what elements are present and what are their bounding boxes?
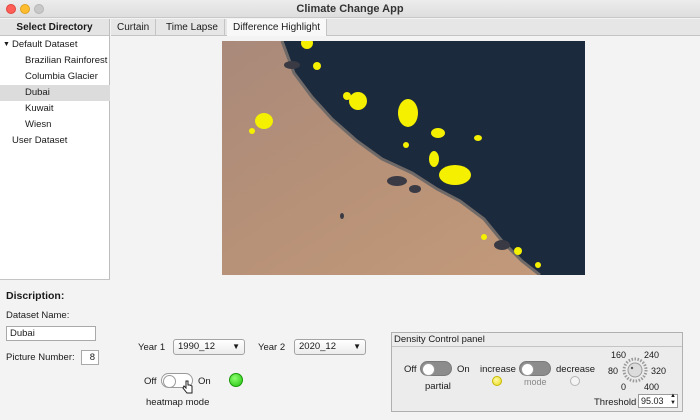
satellite-image xyxy=(222,41,585,275)
year1-dropdown[interactable]: 1990_12 ▼ xyxy=(173,339,245,355)
highlight-blob xyxy=(343,92,351,100)
tree-item-label: Columbia Glacier xyxy=(25,71,98,82)
knob-tick-label: 0 xyxy=(621,382,627,392)
title-bar: Climate Change App xyxy=(0,0,700,18)
dataset-name-label: Dataset Name: xyxy=(6,310,70,321)
highlight-blob xyxy=(313,62,321,70)
mode-increase-label: increase xyxy=(480,364,516,375)
toggle-knob[interactable] xyxy=(422,363,435,376)
highlight-blob xyxy=(255,113,273,129)
sidebar: Select Directory ▼ Default Dataset Brazi… xyxy=(0,19,110,420)
dark-patch xyxy=(340,213,344,219)
year2-dropdown[interactable]: 2020_12 ▼ xyxy=(294,339,366,355)
picture-number-field[interactable]: 8 xyxy=(81,350,99,365)
year1-label: Year 1 xyxy=(138,342,166,353)
year1-value: 1990_12 xyxy=(178,341,215,352)
tree-item-kuwait[interactable]: Kuwait xyxy=(0,101,110,117)
heatmap-off-label: Off xyxy=(144,376,157,387)
tree-item-brazilian-rainforest[interactable]: Brazilian Rainforest xyxy=(0,53,110,69)
description-panel: Discription: Dataset Name: Dubai Picture… xyxy=(0,279,110,420)
tree-item-label: Wiesn xyxy=(25,119,52,130)
heatmap-on-label: On xyxy=(198,376,211,387)
highlight-blob xyxy=(535,262,541,268)
density-panel-title: Density Control panel xyxy=(392,333,682,347)
increase-lamp xyxy=(492,376,502,386)
dark-patch xyxy=(494,240,510,250)
main-panel: Year 1 1990_12 ▼ Year 2 2020_12 ▼ Off On… xyxy=(111,37,700,420)
year2-label: Year 2 xyxy=(258,342,286,353)
picture-number-label: Picture Number: xyxy=(6,352,75,363)
heatmap-status-lamp xyxy=(229,373,243,387)
toggle-knob[interactable] xyxy=(163,375,176,388)
tree-item-label: Dubai xyxy=(25,87,50,98)
partial-label: partial xyxy=(425,381,451,392)
partial-on-label: On xyxy=(457,364,470,375)
sidebar-header: Select Directory xyxy=(0,19,109,36)
window-title: Climate Change App xyxy=(296,3,404,15)
highlight-blob xyxy=(403,142,409,148)
dataset-tree: ▼ Default Dataset Brazilian Rainforest C… xyxy=(0,37,110,149)
dark-patch xyxy=(409,185,421,193)
knob-tick-label: 80 xyxy=(608,366,619,376)
tree-item-label: User Dataset xyxy=(12,135,68,146)
partial-toggle[interactable] xyxy=(420,361,452,376)
highlight-blob xyxy=(349,92,367,110)
partial-off-label: Off xyxy=(404,364,417,375)
knob-tick-label: 320 xyxy=(651,366,667,376)
highlight-blob xyxy=(249,128,255,134)
highlight-blob xyxy=(481,234,487,240)
spinner-up-icon[interactable]: ▲ xyxy=(670,393,676,399)
tree-item-label: Brazilian Rainforest xyxy=(25,55,108,66)
highlight-blob xyxy=(398,99,418,127)
tree-item-label: Kuwait xyxy=(25,103,54,114)
tree-item-columbia-glacier[interactable]: Columbia Glacier xyxy=(0,69,110,85)
toggle-knob[interactable] xyxy=(521,363,534,376)
mode-toggle[interactable] xyxy=(519,361,551,376)
dark-patch xyxy=(387,176,407,186)
tree-item-wiesn[interactable]: Wiesn xyxy=(0,117,110,133)
chevron-down-icon: ▼ xyxy=(232,342,240,351)
knob-tick-label: 400 xyxy=(644,382,660,392)
threshold-value: 95.03 xyxy=(641,396,664,406)
tree-item-user-dataset[interactable]: User Dataset xyxy=(0,133,110,149)
tree-item-default-dataset[interactable]: ▼ Default Dataset xyxy=(0,37,110,53)
chevron-down-icon: ▼ xyxy=(353,342,361,351)
highlight-blob xyxy=(474,135,482,141)
tab-bar: Curtain Time Lapse Difference Highlight xyxy=(111,19,700,36)
threshold-spinner[interactable]: 95.03 ▲ ▼ xyxy=(638,393,678,408)
app-window: Climate Change App Select Directory ▼ De… xyxy=(0,0,700,420)
heatmap-mode-label: heatmap mode xyxy=(146,397,210,408)
tab-time-lapse[interactable]: Time Lapse xyxy=(160,19,225,36)
tab-curtain[interactable]: Curtain xyxy=(111,19,157,36)
highlight-blob xyxy=(431,128,445,138)
density-control-panel: Density Control panel Off On partial inc… xyxy=(391,332,683,412)
mode-label: mode xyxy=(524,377,547,387)
tree-item-dubai[interactable]: Dubai xyxy=(0,85,110,101)
spinner-down-icon[interactable]: ▼ xyxy=(670,400,676,406)
highlight-blob xyxy=(514,247,522,255)
description-title: Discription: xyxy=(6,290,65,302)
threshold-label: Threshold xyxy=(594,397,637,408)
threshold-knob[interactable] xyxy=(622,357,648,383)
highlight-blob xyxy=(429,151,439,167)
dataset-name-field[interactable]: Dubai xyxy=(6,326,96,341)
dark-patch xyxy=(284,61,300,69)
decrease-lamp xyxy=(570,376,580,386)
cursor-hand-icon xyxy=(182,380,193,394)
mode-decrease-label: decrease xyxy=(556,364,596,375)
expand-arrow-icon[interactable]: ▼ xyxy=(3,37,10,53)
highlight-blob xyxy=(439,165,471,185)
year2-value: 2020_12 xyxy=(299,341,336,352)
tree-item-label: Default Dataset xyxy=(12,39,78,50)
tab-difference-highlight[interactable]: Difference Highlight xyxy=(227,19,328,36)
